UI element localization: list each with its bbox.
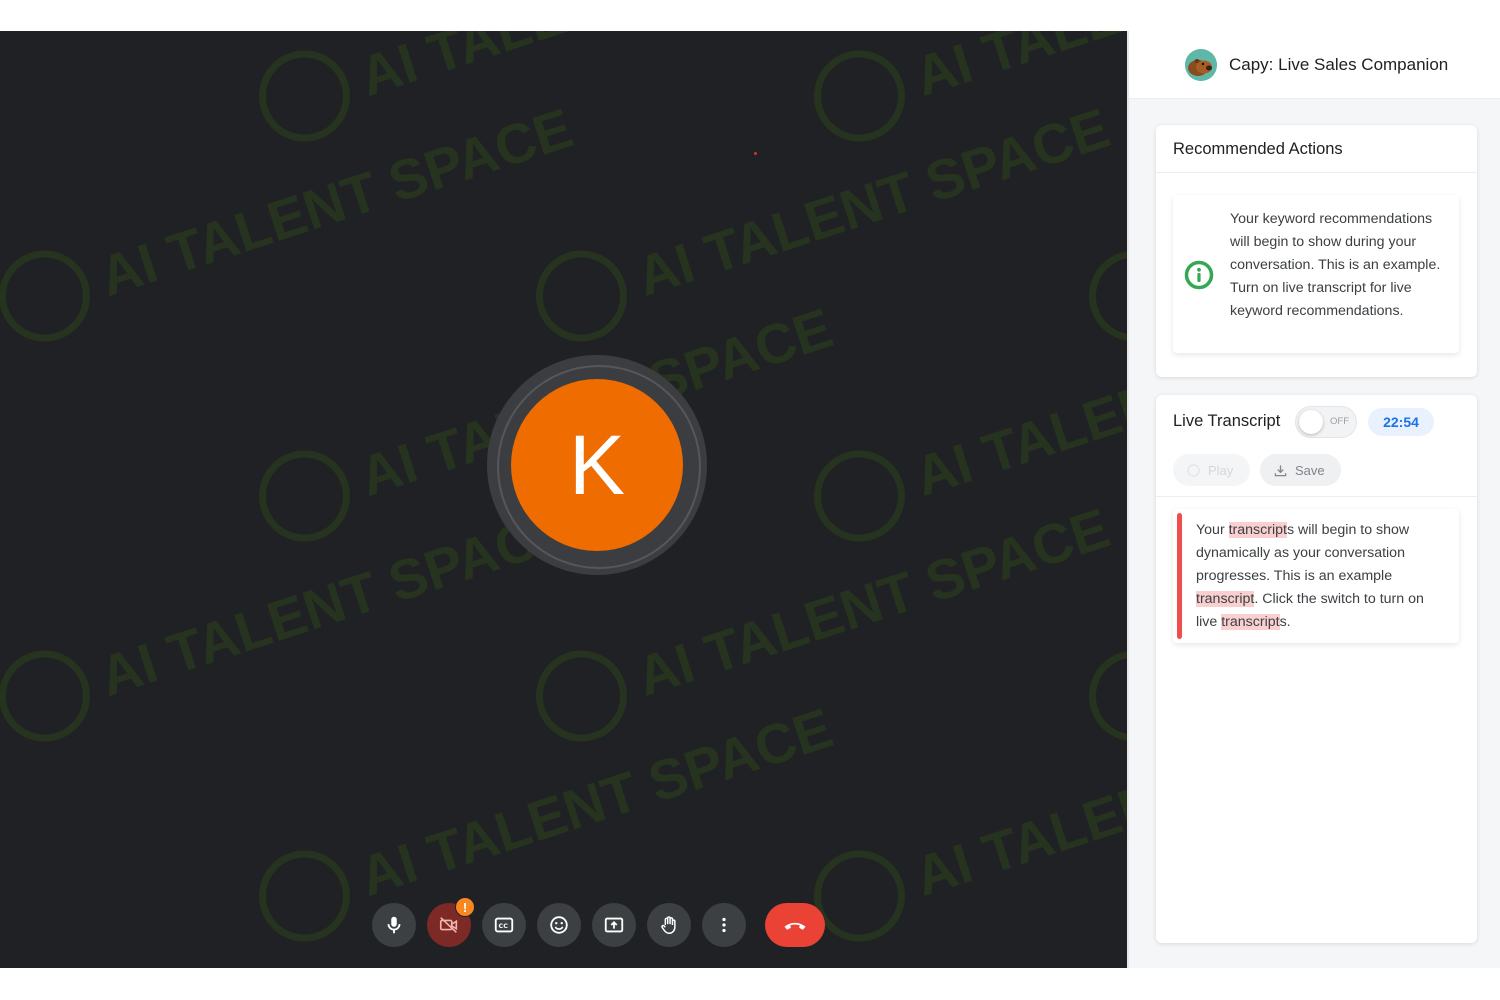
watermark-text: AI TALENT SPACE <box>352 696 840 908</box>
transcript-header: Live Transcript OFF 22:54 Play Save <box>1156 395 1477 497</box>
watermark-mark: AI TALENT SPACE <box>0 96 580 342</box>
recommended-actions-title: Recommended Actions <box>1156 125 1477 173</box>
panel-header: Capy: Live Sales Companion <box>1129 31 1500 99</box>
reactions-button[interactable] <box>537 903 581 947</box>
screen: AI TALENT SPACEAI TALENT SPACEAI TALENT … <box>0 0 1500 1000</box>
mic-icon <box>387 916 401 934</box>
present-screen-icon <box>604 917 624 933</box>
camera-button[interactable]: ! <box>427 897 475 947</box>
transcript-entry: Your transcripts will begin to show dyna… <box>1173 509 1459 643</box>
watermark-text: AI TALENT SPACE <box>629 96 1117 308</box>
watermark-mark: AI TALENT SPACE <box>535 96 1117 342</box>
watermark-text: AI TALENT SPACE <box>907 31 1127 108</box>
transcript-segment: Your <box>1196 522 1229 538</box>
panel-title: Capy: Live Sales Companion <box>1229 54 1449 74</box>
meeting-stage: AI TALENT SPACEAI TALENT SPACEAI TALENT … <box>0 31 1127 968</box>
emoji-icon <box>550 916 568 934</box>
highlighted-keyword: transcript <box>1221 614 1280 630</box>
info-icon <box>1184 260 1214 290</box>
present-button[interactable] <box>592 903 636 947</box>
microphone-button[interactable] <box>372 903 416 947</box>
watermark-text: AI TALENT SPACE <box>92 96 580 308</box>
companion-panel: Capy: Live Sales Companion Recommended A… <box>1127 31 1500 968</box>
more-vertical-icon <box>722 917 726 933</box>
watermark-mark: AI TALENT SPACE <box>0 496 580 742</box>
toggle-state-label: OFF <box>1330 416 1349 427</box>
watermark-text: AI TALENT SPACE <box>352 31 840 108</box>
transcript-segment: s. <box>1279 614 1291 630</box>
watermark-text: AI TALENT SPACE <box>629 496 1117 708</box>
play-button[interactable]: Play <box>1173 454 1250 486</box>
save-button[interactable]: Save <box>1260 454 1341 486</box>
svg-text:CC: CC <box>499 922 509 930</box>
watermark-mark: AI TALENT SPACE <box>1088 650 1127 742</box>
capybara-logo-icon <box>1185 48 1217 81</box>
live-transcript-card: Live Transcript OFF 22:54 Play Save Your… <box>1156 395 1477 943</box>
camera-warning-badge: ! <box>455 897 475 917</box>
raise-hand-icon <box>661 916 676 934</box>
live-transcript-toggle[interactable]: OFF <box>1295 406 1357 438</box>
highlighted-keyword: transcript <box>1228 522 1287 538</box>
closed-captions-icon: CC <box>494 917 514 933</box>
camera-off-icon <box>439 917 458 933</box>
watermark-mark: AI TALENT SPACE <box>258 31 840 142</box>
transcript-accent-bar <box>1177 513 1182 639</box>
watermark-text: AI TALENT SPACE <box>907 696 1127 908</box>
live-transcript-title: Live Transcript <box>1173 412 1281 430</box>
participant-tile: K <box>487 355 707 575</box>
play-label: Play <box>1208 462 1234 478</box>
watermark-mark: AI TALENT SPACE <box>1088 250 1127 342</box>
watermark-mark: AI TALENT SPACE <box>813 696 1127 942</box>
call-timer: 22:54 <box>1368 408 1434 436</box>
recommended-action-text: Your keyword recommendations will begin … <box>1230 211 1441 319</box>
transcript-text: Your transcripts will begin to show dyna… <box>1196 519 1446 634</box>
watermark-mark: AI TALENT SPACE <box>813 31 1127 142</box>
save-label: Save <box>1295 462 1325 478</box>
play-circle-icon <box>1187 463 1200 477</box>
more-options-button[interactable] <box>702 903 746 947</box>
end-call-button[interactable] <box>765 903 825 947</box>
download-icon <box>1274 464 1287 476</box>
watermark-text: AI TALENT SPACE <box>907 296 1127 508</box>
recommended-actions-card: Recommended Actions Your keyword recomme… <box>1156 125 1477 377</box>
raise-hand-button[interactable] <box>647 903 691 947</box>
call-control-bar: ! CC <box>372 897 825 947</box>
recording-dot <box>754 152 757 155</box>
recommended-action-item: Your keyword recommendations will begin … <box>1173 195 1459 353</box>
end-call-icon <box>784 922 806 930</box>
toggle-knob <box>1299 410 1323 434</box>
watermark-mark: AI TALENT SPACE <box>813 296 1127 542</box>
highlighted-keyword: transcript <box>1196 591 1255 607</box>
participant-avatar: K <box>511 379 683 551</box>
captions-button[interactable]: CC <box>482 903 526 947</box>
